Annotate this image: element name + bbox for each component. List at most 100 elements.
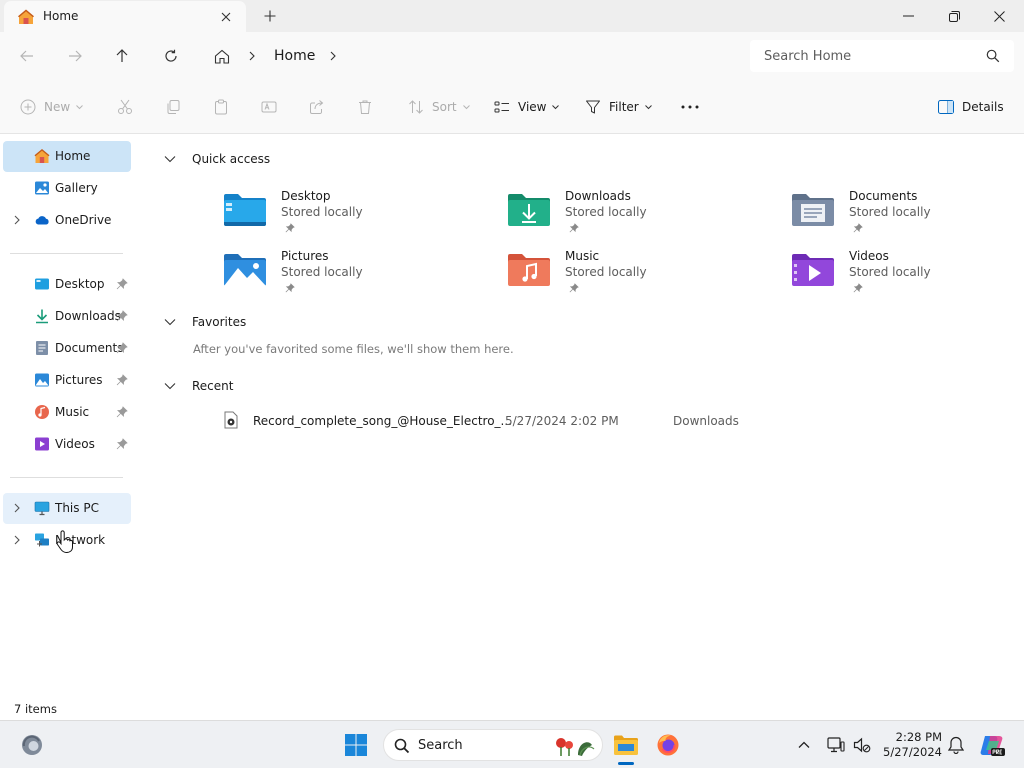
new-tab-button[interactable] xyxy=(258,6,282,26)
title-bar: Home xyxy=(0,0,1024,32)
command-bar: New Sort View Filter Details xyxy=(0,80,1024,134)
recent-file-row[interactable]: Record_complete_song_@House_Electro_... … xyxy=(220,410,820,432)
sidebar-item-videos[interactable]: Videos xyxy=(3,429,131,460)
pin-icon xyxy=(116,310,128,322)
sidebar-item-gallery[interactable]: Gallery xyxy=(3,173,131,204)
sidebar-item-pictures[interactable]: Pictures xyxy=(3,365,131,396)
new-button[interactable]: New xyxy=(20,95,84,119)
plus-circle-icon xyxy=(20,99,36,115)
minimize-button[interactable] xyxy=(885,0,931,32)
view-button[interactable]: View xyxy=(494,95,560,119)
chevron-down-icon xyxy=(462,104,470,109)
tab-home[interactable]: Home xyxy=(4,1,246,32)
home-outline-icon xyxy=(214,49,230,64)
quick-access-header[interactable]: Quick access xyxy=(164,149,270,169)
scissors-icon xyxy=(118,99,132,114)
delete-button[interactable] xyxy=(357,95,373,119)
volume-status-button[interactable] xyxy=(846,729,878,761)
taskbar-clock[interactable]: 2:28 PM 5/27/2024 xyxy=(878,730,942,760)
share-button[interactable] xyxy=(309,95,325,119)
navigation-bar: Home xyxy=(0,32,1024,80)
taskbar: Search 2:28 PM 5/27/2024 xyxy=(0,720,1024,768)
sidebar-item-documents[interactable]: Documents xyxy=(3,333,131,364)
chevron-down-icon xyxy=(164,319,176,326)
minimize-icon xyxy=(902,15,914,17)
content-pane: Quick access Desktop Stored locally Down… xyxy=(140,135,1024,700)
plus-icon xyxy=(264,10,276,22)
chevron-up-icon xyxy=(798,741,810,748)
quick-access-videos[interactable]: Videos Stored locally xyxy=(791,249,1024,301)
details-pane-button[interactable]: Details xyxy=(938,95,1004,119)
this-pc-icon xyxy=(34,501,50,516)
rename-icon xyxy=(261,101,277,113)
copy-button[interactable] xyxy=(165,95,181,119)
copilot-button[interactable] xyxy=(976,729,1008,761)
search-icon[interactable] xyxy=(986,49,1000,63)
home-breadcrumb-button[interactable] xyxy=(210,44,234,68)
taskbar-file-explorer[interactable] xyxy=(610,729,642,761)
paste-button[interactable] xyxy=(213,95,229,119)
taskbar-search-box[interactable]: Search xyxy=(383,729,603,761)
sidebar-item-downloads[interactable]: Downloads xyxy=(3,301,131,332)
refresh-icon xyxy=(165,49,177,62)
sidebar-item-this-pc[interactable]: This PC xyxy=(3,493,131,524)
notifications-button[interactable] xyxy=(940,729,972,761)
breadcrumb-current[interactable]: Home xyxy=(274,48,315,64)
close-tab-button[interactable] xyxy=(216,7,236,27)
widgets-button[interactable] xyxy=(16,729,48,761)
show-hidden-icons-button[interactable] xyxy=(788,729,820,761)
quick-access-pictures[interactable]: Pictures Stored locally xyxy=(223,249,483,301)
quick-access-music[interactable]: Music Stored locally xyxy=(507,249,767,301)
chevron-right-icon[interactable] xyxy=(12,535,22,545)
desktop-folder-icon xyxy=(224,194,266,226)
sidebar-divider xyxy=(10,477,123,478)
rename-button[interactable] xyxy=(261,95,277,119)
quick-access-downloads[interactable]: Downloads Stored locally xyxy=(507,189,767,241)
filter-button[interactable]: Filter xyxy=(585,95,652,119)
back-button[interactable] xyxy=(15,44,39,68)
sidebar-item-home[interactable]: Home xyxy=(3,141,131,172)
search-highlight-flowers-icon xyxy=(556,738,595,756)
pin-icon xyxy=(853,223,863,233)
recent-header[interactable]: Recent xyxy=(164,376,233,396)
chevron-right-icon[interactable] xyxy=(12,503,22,513)
pictures-folder-icon xyxy=(35,373,49,387)
breadcrumb-chevron-icon xyxy=(249,51,255,61)
pin-icon xyxy=(569,223,579,233)
close-window-button[interactable] xyxy=(976,0,1022,32)
home-icon xyxy=(18,9,34,24)
quick-access-documents[interactable]: Documents Stored locally xyxy=(791,189,1024,241)
refresh-button[interactable] xyxy=(159,44,183,68)
chevron-right-icon[interactable] xyxy=(12,215,22,225)
up-button[interactable] xyxy=(110,44,134,68)
cut-button[interactable] xyxy=(117,95,133,119)
search-input[interactable] xyxy=(750,40,980,72)
sidebar-item-music[interactable]: Music xyxy=(3,397,131,428)
see-more-button[interactable] xyxy=(681,95,699,119)
breadcrumb-chevron-icon[interactable] xyxy=(329,51,337,61)
sort-button[interactable]: Sort xyxy=(408,95,470,119)
recent-file-location: Downloads xyxy=(673,414,739,428)
sidebar-item-desktop[interactable]: Desktop xyxy=(3,269,131,300)
home-icon xyxy=(34,149,50,163)
start-button[interactable] xyxy=(340,729,372,761)
chevron-down-icon xyxy=(164,156,176,163)
music-folder-icon xyxy=(35,405,49,419)
bell-icon xyxy=(948,736,964,754)
forward-button[interactable] xyxy=(63,44,87,68)
arrow-right-icon xyxy=(69,50,82,62)
search-box[interactable] xyxy=(750,40,1014,72)
pin-icon xyxy=(116,342,128,354)
taskbar-firefox[interactable] xyxy=(652,729,684,761)
clock-date: 5/27/2024 xyxy=(883,745,942,759)
favorites-header[interactable]: Favorites xyxy=(164,312,246,332)
close-icon xyxy=(993,10,1005,22)
restore-button[interactable] xyxy=(931,0,977,32)
documents-folder-icon xyxy=(792,194,834,226)
music-folder-icon xyxy=(508,254,550,286)
pin-icon xyxy=(116,374,128,386)
share-icon xyxy=(310,100,324,114)
pin-icon xyxy=(853,283,863,293)
sidebar-item-onedrive[interactable]: OneDrive xyxy=(3,205,131,236)
quick-access-desktop[interactable]: Desktop Stored locally xyxy=(223,189,483,241)
